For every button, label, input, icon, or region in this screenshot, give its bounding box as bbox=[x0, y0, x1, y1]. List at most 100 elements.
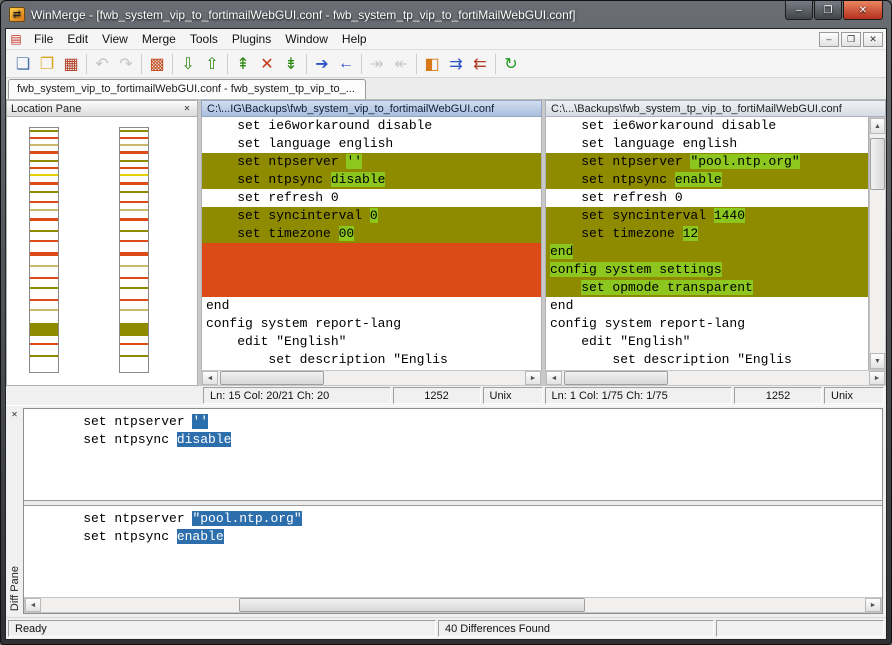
menu-item-window[interactable]: Window bbox=[278, 30, 335, 48]
code-line[interactable]: set description "Englis bbox=[202, 351, 541, 369]
code-line[interactable]: set refresh 0 bbox=[202, 189, 541, 207]
menu-item-plugins[interactable]: Plugins bbox=[225, 30, 278, 48]
diff-pane-bottom-section[interactable]: set ntpserver "pool.ntp.org" set ntpsync… bbox=[24, 506, 882, 597]
mdi-minimize-button[interactable]: – bbox=[819, 32, 839, 47]
location-bar-left[interactable] bbox=[29, 127, 59, 373]
all-right-icon[interactable]: ⇉ bbox=[444, 52, 468, 76]
code-line[interactable]: set ntpsync disable bbox=[202, 171, 541, 189]
code-line[interactable]: set opmode transparent bbox=[546, 279, 868, 297]
mdi-restore-button[interactable]: ❐ bbox=[841, 32, 861, 47]
left-editor[interactable]: set ie6workaround disable set language e… bbox=[201, 117, 542, 370]
current-diff-icon[interactable]: ✕ bbox=[255, 52, 279, 76]
code-line[interactable]: set ntpsync enable bbox=[48, 528, 882, 546]
code-line[interactable]: set language english bbox=[546, 135, 868, 153]
code-line[interactable]: set refresh 0 bbox=[546, 189, 868, 207]
scrollbar-thumb[interactable] bbox=[870, 138, 885, 190]
rescan-icon[interactable]: ▩ bbox=[145, 52, 169, 76]
code-line[interactable]: set timezone 12 bbox=[546, 225, 868, 243]
code-line[interactable]: config system settings bbox=[546, 261, 868, 279]
code-line[interactable]: end bbox=[546, 243, 868, 261]
scroll-right-icon[interactable]: ► bbox=[525, 371, 541, 385]
refresh-icon[interactable]: ↻ bbox=[499, 52, 523, 76]
scroll-left-icon[interactable]: ◄ bbox=[25, 598, 41, 612]
location-bar-right[interactable] bbox=[119, 127, 149, 373]
diff-location-stripe bbox=[120, 252, 148, 256]
diff-pane-gripper[interactable]: ✕ Diff Pane bbox=[6, 406, 23, 617]
location-pane-header[interactable]: Location Pane ✕ bbox=[6, 100, 198, 117]
scroll-right-icon[interactable]: ► bbox=[865, 598, 881, 612]
code-line[interactable]: set ntpsync disable bbox=[48, 431, 882, 449]
copy-right-advance-icon[interactable]: ↠ bbox=[365, 52, 389, 76]
toolbar-separator bbox=[141, 54, 142, 74]
diff-pane-scrollbar[interactable]: ◄ ► bbox=[24, 597, 882, 613]
title-bar[interactable]: ⇄ WinMerge - [fwb_system_vip_to_fortimai… bbox=[5, 1, 887, 28]
maximize-button[interactable]: ❐ bbox=[814, 1, 842, 20]
last-diff-icon[interactable]: ⇟ bbox=[279, 52, 303, 76]
scrollbar-thumb[interactable] bbox=[564, 371, 668, 385]
menu-item-file[interactable]: File bbox=[27, 30, 60, 48]
tab-compare[interactable]: fwb_system_vip_to_fortimailWebGUI.conf -… bbox=[8, 79, 366, 99]
scrollbar-thumb[interactable] bbox=[239, 598, 585, 612]
scrollbar-thumb[interactable] bbox=[220, 371, 324, 385]
left-eol-style: Unix bbox=[483, 387, 543, 404]
code-line[interactable]: set timezone 00 bbox=[202, 225, 541, 243]
code-line[interactable]: set syncinterval 1440 bbox=[546, 207, 868, 225]
open-file-icon[interactable]: ❐ bbox=[35, 52, 59, 76]
code-line[interactable]: set ntpserver "pool.ntp.org" bbox=[546, 153, 868, 171]
next-diff-icon[interactable]: ⇩ bbox=[176, 52, 200, 76]
code-line[interactable]: set syncinterval 0 bbox=[202, 207, 541, 225]
menu-item-tools[interactable]: Tools bbox=[183, 30, 225, 48]
close-button[interactable]: ✕ bbox=[843, 1, 883, 20]
code-line[interactable]: config system report-lang bbox=[546, 315, 868, 333]
menu-item-view[interactable]: View bbox=[95, 30, 135, 48]
diff-pane-top-section[interactable]: set ntpserver '' set ntpsync disable bbox=[24, 409, 882, 500]
code-line[interactable]: set ntpserver "pool.ntp.org" bbox=[48, 510, 882, 528]
right-pane-header[interactable]: C:\...\Backups\fwb_system_tp_vip_to_fort… bbox=[545, 100, 886, 117]
code-line[interactable]: end bbox=[202, 297, 541, 315]
redo-icon[interactable]: ↷ bbox=[114, 52, 138, 76]
code-line[interactable]: set description "Englis bbox=[546, 351, 868, 369]
code-line[interactable] bbox=[202, 279, 541, 297]
menu-item-edit[interactable]: Edit bbox=[60, 30, 95, 48]
left-horizontal-scrollbar[interactable]: ◄ ► bbox=[201, 370, 542, 386]
scroll-left-icon[interactable]: ◄ bbox=[202, 371, 218, 385]
code-line[interactable]: edit "English" bbox=[546, 333, 868, 351]
diff-pane-close-icon[interactable]: ✕ bbox=[9, 408, 21, 420]
menu-item-help[interactable]: Help bbox=[335, 30, 374, 48]
code-line[interactable] bbox=[202, 261, 541, 279]
minimize-button[interactable]: – bbox=[785, 1, 813, 20]
auto-merge-icon[interactable]: ◧ bbox=[420, 52, 444, 76]
right-file-pane: C:\...\Backups\fwb_system_tp_vip_to_fort… bbox=[545, 100, 886, 386]
code-line[interactable]: set ntpserver '' bbox=[48, 413, 882, 431]
location-pane-close-icon[interactable]: ✕ bbox=[181, 103, 193, 115]
scroll-right-icon[interactable]: ► bbox=[869, 371, 885, 385]
code-line[interactable]: config system report-lang bbox=[202, 315, 541, 333]
code-line[interactable] bbox=[202, 243, 541, 261]
all-left-icon[interactable]: ⇇ bbox=[468, 52, 492, 76]
code-line[interactable]: set ie6workaround disable bbox=[202, 117, 541, 135]
code-line[interactable]: set ntpserver '' bbox=[202, 153, 541, 171]
document-icon[interactable]: ▤ bbox=[9, 32, 23, 46]
copy-right-icon[interactable]: ➔ bbox=[310, 52, 334, 76]
prev-diff-icon[interactable]: ⇧ bbox=[200, 52, 224, 76]
code-line[interactable]: set ie6workaround disable bbox=[546, 117, 868, 135]
vertical-scrollbar[interactable]: ▲ ▼ bbox=[869, 117, 886, 370]
right-editor[interactable]: set ie6workaround disable set language e… bbox=[545, 117, 869, 370]
copy-left-icon[interactable]: ← bbox=[334, 52, 358, 76]
scroll-up-icon[interactable]: ▲ bbox=[870, 118, 885, 134]
mdi-close-button[interactable]: ✕ bbox=[863, 32, 883, 47]
code-line[interactable]: edit "English" bbox=[202, 333, 541, 351]
code-line[interactable]: set ntpsync enable bbox=[546, 171, 868, 189]
code-line[interactable]: end bbox=[546, 297, 868, 315]
first-diff-icon[interactable]: ⇞ bbox=[231, 52, 255, 76]
scroll-down-icon[interactable]: ▼ bbox=[870, 353, 885, 369]
save-icon[interactable]: ▦ bbox=[59, 52, 83, 76]
undo-icon[interactable]: ↶ bbox=[90, 52, 114, 76]
copy-left-advance-icon[interactable]: ↞ bbox=[389, 52, 413, 76]
scroll-left-icon[interactable]: ◄ bbox=[546, 371, 562, 385]
left-pane-header[interactable]: C:\...IG\Backups\fwb_system_vip_to_forti… bbox=[201, 100, 542, 117]
code-line[interactable]: set language english bbox=[202, 135, 541, 153]
right-horizontal-scrollbar[interactable]: ◄ ► bbox=[545, 370, 886, 386]
menu-item-merge[interactable]: Merge bbox=[135, 30, 183, 48]
new-file-icon[interactable]: ❏ bbox=[11, 52, 35, 76]
